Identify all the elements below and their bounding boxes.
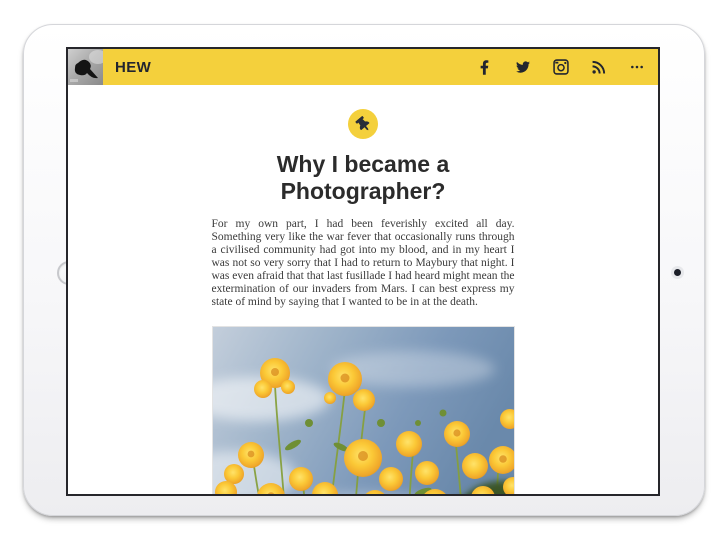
twitter-icon[interactable] [514, 59, 531, 76]
facebook-icon[interactable] [476, 59, 493, 76]
social-nav [476, 59, 658, 76]
article-image [211, 326, 515, 494]
front-camera-dot [674, 269, 681, 276]
rss-icon[interactable] [590, 59, 607, 76]
tablet-device: HEW Why I became a Photographer? For my … [23, 24, 705, 516]
pin-badge [348, 109, 378, 139]
instagram-icon[interactable] [552, 59, 569, 76]
article-content: Why I became a Photographer? For my own … [211, 109, 515, 494]
article-title: Why I became a Photographer? [276, 151, 450, 204]
pushpin-icon [354, 115, 369, 130]
page-background: HEW Why I became a Photographer? For my … [0, 0, 726, 545]
screen: HEW Why I became a Photographer? For my … [66, 47, 660, 496]
site-logo-icon[interactable] [68, 49, 103, 85]
yellow-flowers-photo [212, 327, 514, 494]
site-header: HEW [68, 49, 658, 85]
article-paragraph-1: For my own part, I had been feverishly e… [211, 218, 515, 308]
brand-name[interactable]: HEW [115, 59, 151, 76]
more-icon[interactable] [628, 59, 645, 76]
